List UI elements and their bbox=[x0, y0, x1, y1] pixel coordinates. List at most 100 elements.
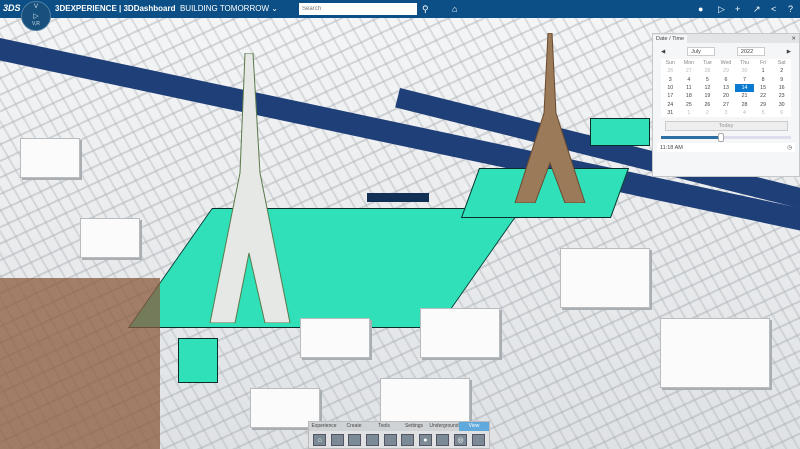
calendar-day[interactable]: 4 bbox=[680, 76, 699, 84]
calendar-day[interactable]: 30 bbox=[735, 67, 754, 75]
calendar-day[interactable]: 5 bbox=[698, 76, 717, 84]
calendar-day[interactable]: 29 bbox=[754, 100, 773, 108]
view-icon[interactable] bbox=[383, 434, 397, 446]
calendar-day[interactable]: 10 bbox=[661, 84, 680, 92]
camera-icon[interactable]: ● bbox=[418, 434, 432, 446]
calendar-day[interactable]: 25 bbox=[680, 100, 699, 108]
tab-create[interactable]: Create bbox=[339, 422, 369, 431]
play-icon[interactable]: ▷ bbox=[22, 13, 50, 20]
calendar-day[interactable]: 16 bbox=[772, 84, 791, 92]
calendar-day[interactable]: 9 bbox=[772, 76, 791, 84]
search-icon[interactable]: ⚲ bbox=[422, 3, 429, 15]
communities-icon[interactable]: ▷ bbox=[718, 3, 725, 15]
add-icon[interactable]: + bbox=[735, 3, 740, 15]
calendar-day[interactable]: 3 bbox=[661, 76, 680, 84]
calendar-day[interactable]: 20 bbox=[717, 92, 736, 100]
year-select[interactable]: 2022 bbox=[736, 47, 765, 56]
time-field[interactable]: 11:18 AM ◷ bbox=[657, 143, 795, 153]
calendar-day[interactable]: 31 bbox=[661, 109, 680, 117]
calendar-day[interactable]: 21 bbox=[735, 92, 754, 100]
calendar-day[interactable]: 5 bbox=[754, 109, 773, 117]
historic-buildings bbox=[0, 278, 160, 449]
building bbox=[300, 318, 370, 358]
dashboard-name[interactable]: BUILDING TOMORROW bbox=[180, 4, 269, 13]
tab-experience[interactable]: Experience bbox=[309, 422, 339, 431]
today-button[interactable]: Today bbox=[664, 121, 788, 132]
compass-widget[interactable]: V ▷ V,R bbox=[21, 1, 51, 31]
weekday-header: Fri bbox=[760, 60, 767, 67]
calendar-day[interactable]: 24 bbox=[661, 100, 680, 108]
calendar-grid: Sun Mon Tue Wed Thu Fri Sat 26 27 28 29 30 1 2 3 4 5 6 7 8 9… bbox=[661, 59, 791, 118]
calendar-day[interactable]: 28 bbox=[735, 100, 754, 108]
share-icon[interactable]: < bbox=[771, 3, 776, 15]
calendar-day[interactable]: 1 bbox=[754, 67, 773, 75]
view-icon[interactable] bbox=[330, 434, 344, 446]
calendar-week: 10 11 12 13 14 15 16 bbox=[661, 83, 791, 93]
weekday-header: Tue bbox=[702, 60, 712, 67]
calendar-day[interactable]: 30 bbox=[772, 100, 791, 108]
calendar-day[interactable]: 26 bbox=[698, 100, 717, 108]
slider-handle[interactable] bbox=[717, 133, 724, 143]
building bbox=[660, 318, 770, 388]
chevron-down-icon[interactable]: ⌄ bbox=[271, 4, 278, 13]
calendar-day[interactable]: 6 bbox=[772, 109, 791, 117]
calendar-day[interactable]: 2 bbox=[698, 109, 717, 117]
calendar-day[interactable]: 2 bbox=[772, 67, 791, 75]
clock-icon[interactable]: ◷ bbox=[787, 145, 792, 151]
month-select[interactable]: July bbox=[687, 47, 716, 56]
home-icon[interactable]: ⌂ bbox=[313, 434, 327, 446]
calendar-day[interactable]: 1 bbox=[680, 109, 699, 117]
help-icon[interactable]: ? bbox=[788, 3, 793, 15]
map-label[interactable] bbox=[367, 193, 429, 202]
calendar-day[interactable]: 27 bbox=[680, 67, 699, 75]
share-forward-icon[interactable]: ↗ bbox=[753, 3, 761, 15]
tab-view[interactable]: View bbox=[459, 422, 489, 431]
close-icon[interactable]: ✕ bbox=[791, 36, 796, 42]
tab-underground[interactable]: Underground bbox=[429, 422, 459, 431]
time-slider[interactable] bbox=[661, 133, 791, 143]
calendar-day[interactable]: 11 bbox=[680, 84, 699, 92]
next-month-icon[interactable]: ▶ bbox=[787, 49, 791, 55]
view-icon[interactable] bbox=[471, 434, 485, 446]
calendar-day[interactable]: 17 bbox=[661, 92, 680, 100]
date-time-panel: Date / Time ✕ ◀ July 2022 ▶ Sun Mon Tue Wed T… bbox=[652, 33, 800, 177]
calendar-day[interactable]: 3 bbox=[717, 109, 736, 117]
3ds-logo[interactable]: 3DS bbox=[3, 3, 21, 13]
calendar-day[interactable]: 18 bbox=[680, 92, 699, 100]
compass-top-label[interactable]: V bbox=[22, 4, 50, 10]
view-icon[interactable] bbox=[366, 434, 380, 446]
search-input[interactable] bbox=[299, 3, 417, 15]
calendar-day[interactable]: 12 bbox=[698, 84, 717, 92]
building bbox=[420, 308, 500, 358]
calendar-day[interactable]: 4 bbox=[735, 109, 754, 117]
view-icon[interactable] bbox=[348, 434, 362, 446]
prev-month-icon[interactable]: ◀ bbox=[661, 49, 665, 55]
park-small bbox=[178, 338, 218, 383]
calendar-day[interactable]: 6 bbox=[717, 76, 736, 84]
calendar-day[interactable]: 7 bbox=[735, 76, 754, 84]
calendar-day[interactable]: 27 bbox=[717, 100, 736, 108]
tab-settings[interactable]: Settings bbox=[399, 422, 429, 431]
calendar-day[interactable]: 26 bbox=[661, 67, 680, 75]
calendar-day[interactable]: 14 bbox=[735, 83, 754, 93]
calendar-day[interactable]: 15 bbox=[754, 84, 773, 92]
compass-icon[interactable]: ◎ bbox=[454, 434, 468, 446]
green-tower-model bbox=[209, 53, 291, 323]
view-icon[interactable] bbox=[436, 434, 450, 446]
calendar-day[interactable]: 22 bbox=[754, 92, 773, 100]
calendar-day[interactable]: 29 bbox=[717, 67, 736, 75]
tag-icon[interactable]: ⌂ bbox=[452, 3, 457, 15]
calendar-day[interactable]: 28 bbox=[698, 67, 717, 75]
compass-bottom-label[interactable]: V,R bbox=[22, 21, 50, 27]
user-avatar-icon[interactable]: ● bbox=[698, 3, 703, 15]
weekday-header: Sat bbox=[777, 60, 786, 67]
calendar-day[interactable]: 23 bbox=[772, 92, 791, 100]
calendar-day[interactable]: 19 bbox=[698, 92, 717, 100]
calendar-week: 31 1 2 3 4 5 6 bbox=[661, 109, 791, 117]
calendar-day[interactable]: 8 bbox=[754, 76, 773, 84]
view-icon[interactable] bbox=[401, 434, 415, 446]
weekday-header: Sun bbox=[665, 60, 675, 67]
tab-tools[interactable]: Tools bbox=[369, 422, 399, 431]
calendar-day[interactable]: 13 bbox=[717, 84, 736, 92]
bottom-toolbar: Experience Create Tools Settings Underground… bbox=[308, 421, 490, 449]
